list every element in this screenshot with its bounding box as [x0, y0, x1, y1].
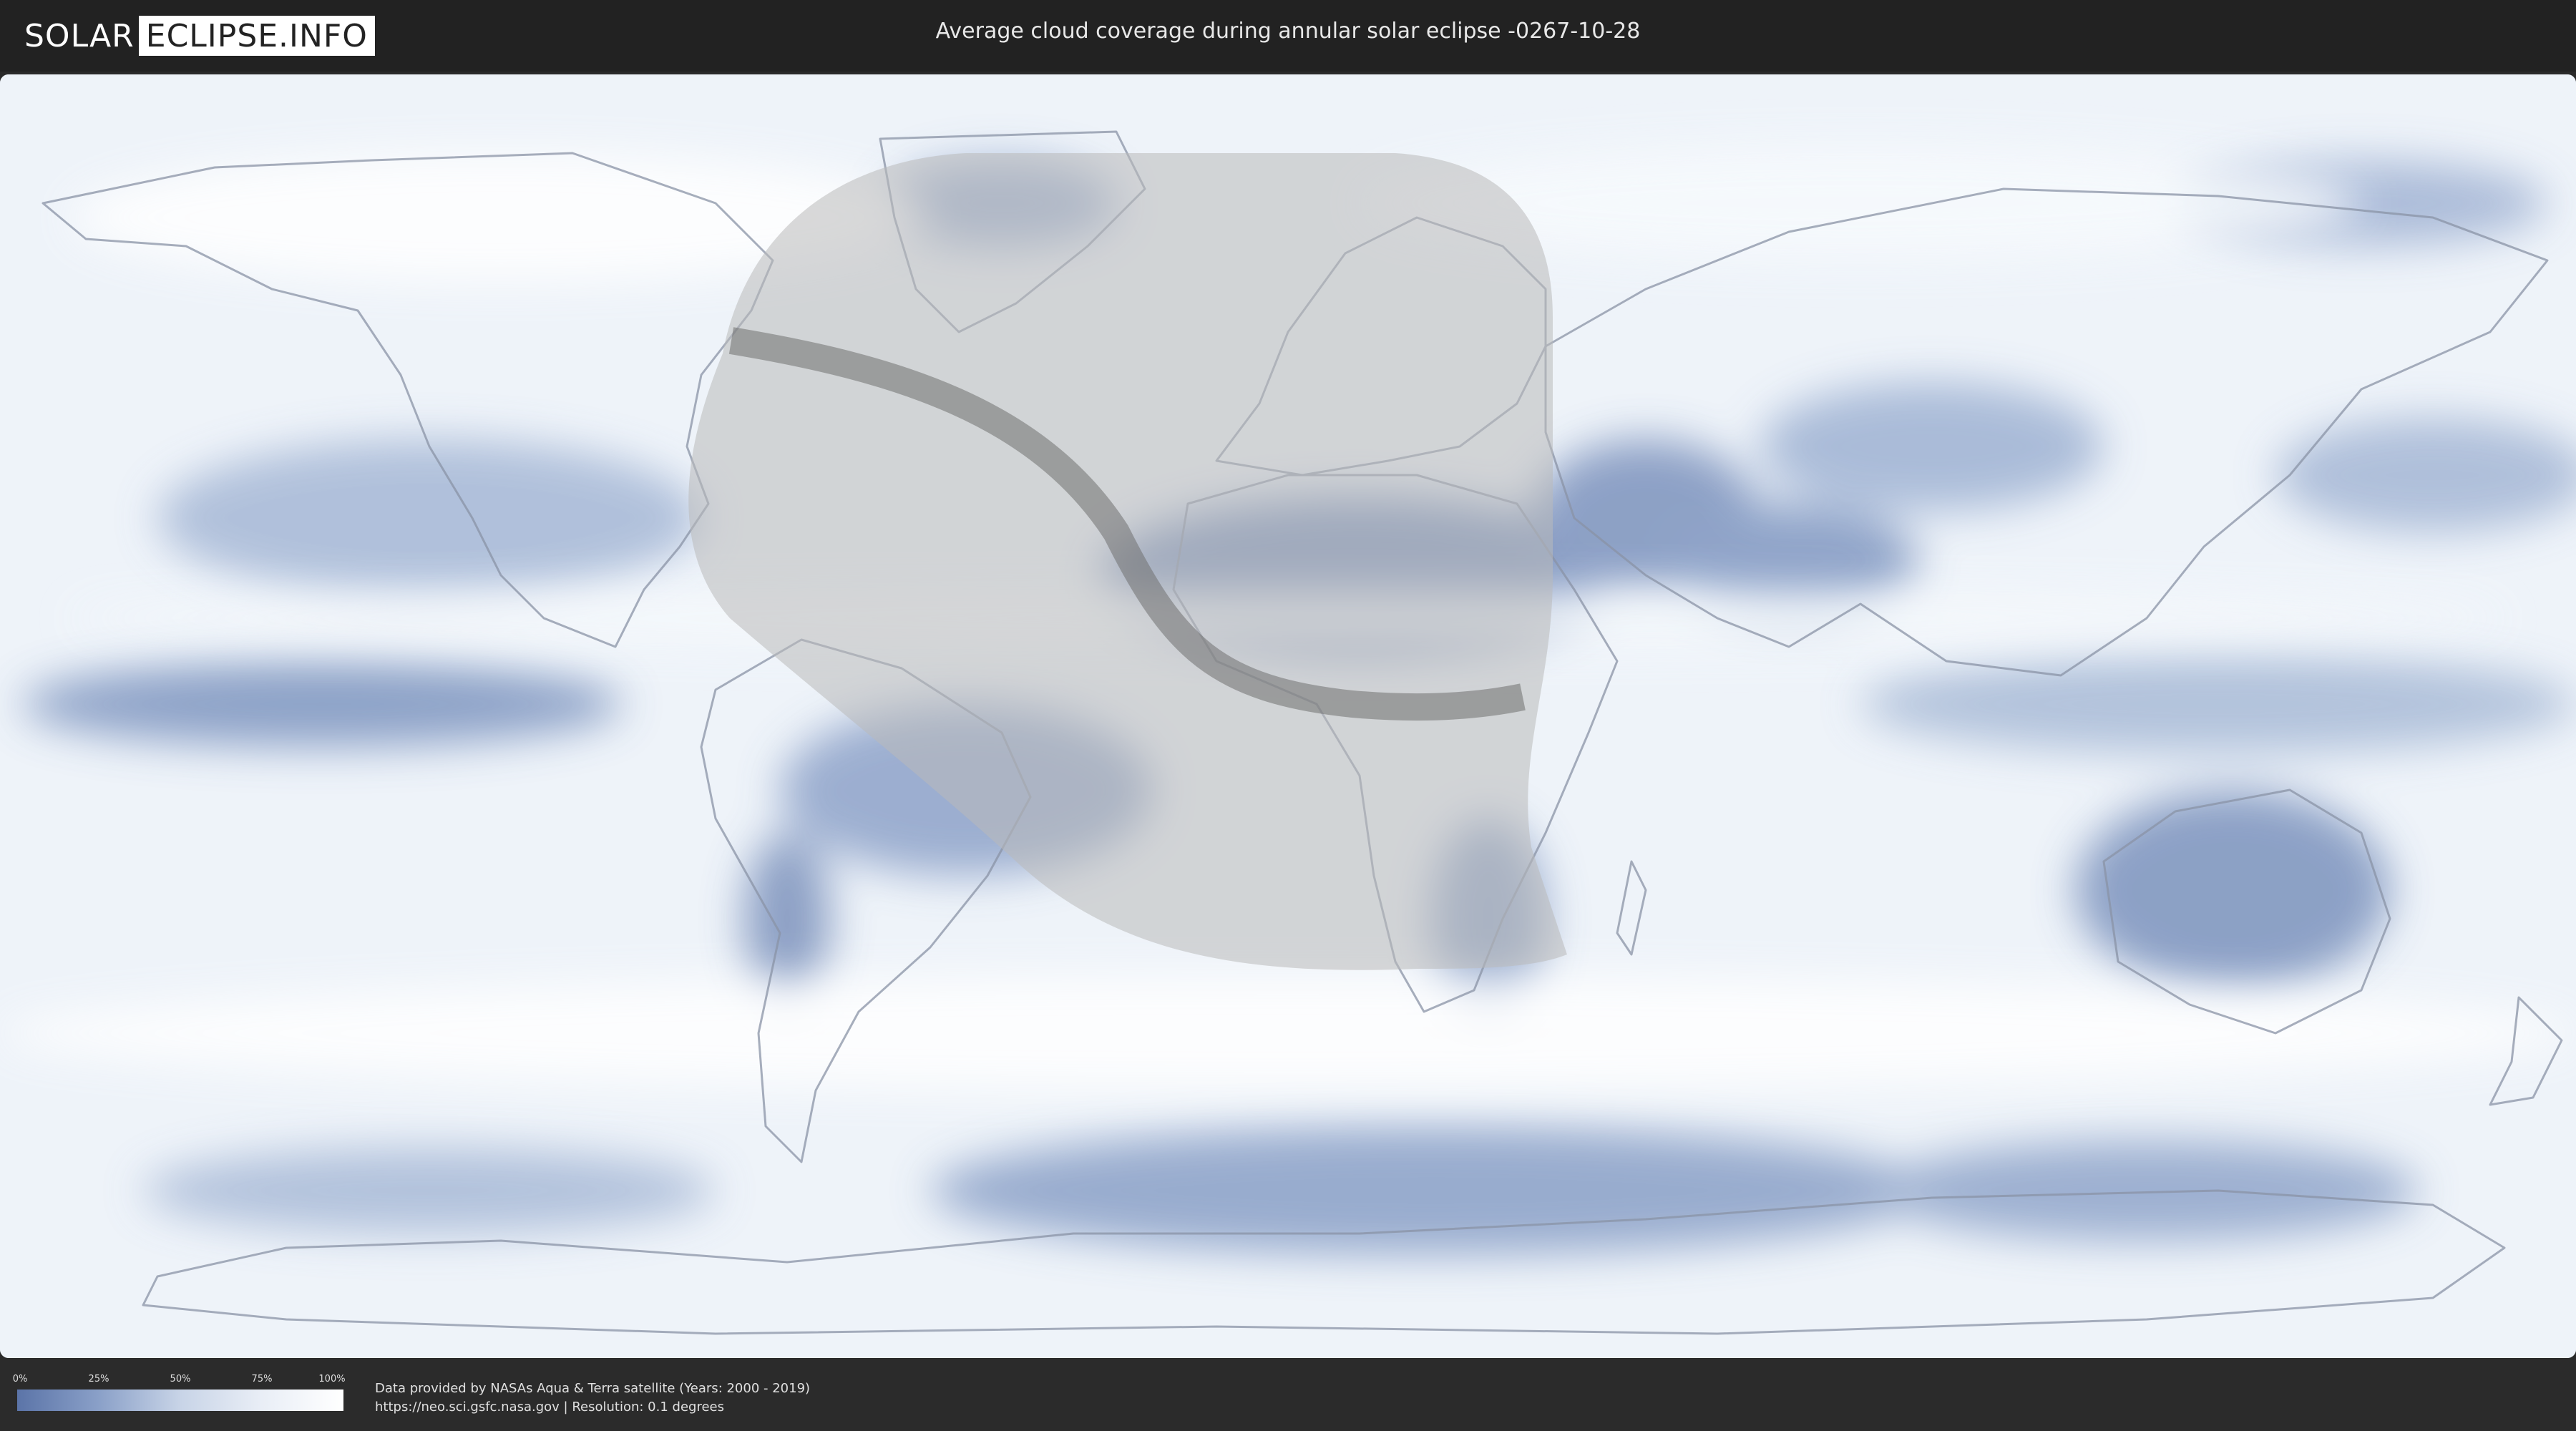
legend-tick-0: 0% — [12, 1374, 28, 1384]
header-bar: SOLAR ECLIPSE.INFO Average cloud coverag… — [0, 0, 2576, 72]
cloud-coverage-legend: 0% 25% 50% 75% 100% — [13, 1374, 346, 1412]
legend-tick-75: 75% — [251, 1374, 273, 1384]
credits-line-source: Data provided by NASAs Aqua & Terra sate… — [375, 1381, 811, 1396]
legend-tick-50: 50% — [170, 1374, 191, 1384]
cloud-coverage-map — [0, 74, 2576, 1358]
legend-color-bar — [17, 1390, 343, 1411]
world-map-svg — [0, 74, 2576, 1358]
data-credits: Data provided by NASAs Aqua & Terra sate… — [375, 1379, 810, 1417]
footer-bar: 0% 25% 50% 75% 100% Data provided by NAS… — [0, 1359, 2576, 1431]
page-title: Average cloud coverage during annular so… — [935, 19, 1641, 44]
legend-tick-100: 100% — [318, 1374, 346, 1384]
legend-tick-25: 25% — [88, 1374, 109, 1384]
legend-ticks: 0% 25% 50% 75% 100% — [13, 1374, 346, 1385]
credits-line-url: https://neo.sci.gsfc.nasa.gov | Resoluti… — [375, 1400, 724, 1415]
